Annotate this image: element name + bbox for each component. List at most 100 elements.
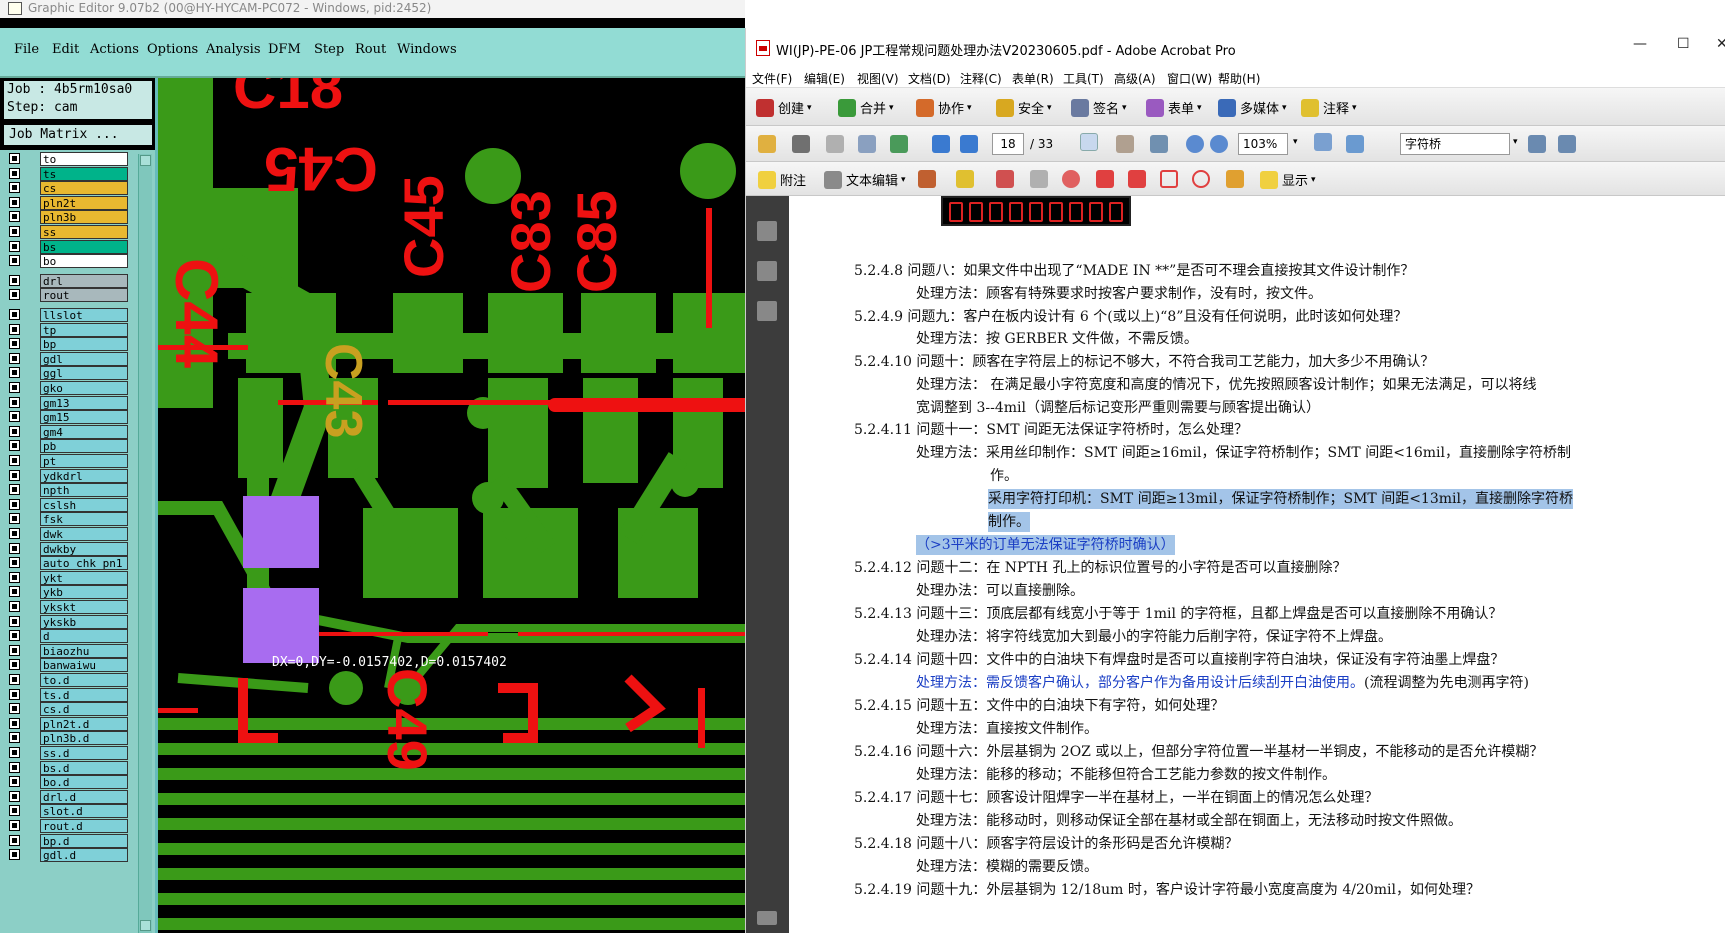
layer-row[interactable]: cs.d — [6, 702, 128, 717]
pdf-text-line[interactable]: 5.2.4.14 问题十四：文件中的白油块下有焊盘时是否可以直接削字符白油块，保… — [854, 650, 1504, 670]
layer-name[interactable]: pln2t — [40, 195, 128, 210]
layer-name[interactable]: pt — [40, 454, 128, 468]
layer-name[interactable]: ts — [40, 166, 128, 181]
layer-checkbox[interactable] — [9, 761, 20, 773]
layer-checkbox[interactable] — [9, 601, 20, 612]
layer-name[interactable]: drl.d — [40, 789, 128, 804]
layer-name[interactable]: dwk — [40, 527, 128, 541]
layer-name[interactable]: d — [40, 629, 128, 644]
layer-checkbox[interactable] — [9, 747, 20, 758]
layer-name[interactable]: to.d — [40, 673, 128, 687]
text-edit-button[interactable]: 文本编辑 ▾ — [824, 170, 906, 189]
layer-checkbox[interactable] — [9, 820, 20, 831]
layer-row[interactable]: pt — [6, 454, 128, 468]
zoom-in-icon[interactable] — [1210, 135, 1228, 153]
pcb-canvas[interactable]: C18 C45 C45 C83 C85 C44 C43 C49 — [158, 78, 745, 933]
layer-name[interactable]: bp — [40, 337, 128, 352]
layer-name[interactable]: biaozhu — [40, 643, 128, 658]
layer-row[interactable]: rout.d — [6, 819, 128, 833]
layer-checkbox[interactable] — [9, 557, 20, 569]
layer-row[interactable]: gm4 — [6, 424, 128, 439]
layer-name[interactable]: ykb — [40, 585, 128, 600]
layer-checkbox[interactable] — [9, 732, 20, 744]
menu-comment-cn[interactable]: 注释(C) — [960, 70, 1002, 87]
layer-row[interactable]: fsk — [6, 512, 128, 527]
layer-name[interactable]: bs.d — [40, 760, 128, 775]
menu-edit[interactable]: Edit — [52, 42, 79, 57]
layer-name[interactable]: llslot — [40, 308, 128, 322]
layer-name[interactable]: cslsh — [40, 497, 128, 512]
menu-tools-cn[interactable]: 工具(T) — [1063, 70, 1104, 87]
menu-edit-cn[interactable]: 编辑(E) — [804, 70, 845, 87]
close-icon[interactable]: ✕ — [1716, 36, 1725, 52]
layer-row[interactable]: bp — [6, 337, 128, 352]
selected-pad-lower[interactable] — [243, 588, 319, 663]
security-button[interactable]: 安全 ▾ — [996, 98, 1052, 117]
pdf-text-line[interactable]: 5.2.4.12 问题十二：在 NPTH 孔上的标识位置号的小字符是否可以直接删… — [854, 558, 1346, 578]
layer-checkbox[interactable] — [9, 717, 20, 729]
highlight-icon[interactable] — [956, 170, 974, 188]
pdf-text-line[interactable]: 处理方法：按 GERBER 文件做，不需反馈。 — [916, 329, 1198, 349]
layer-checkbox[interactable] — [9, 644, 20, 656]
comments-icon[interactable] — [757, 911, 777, 925]
layer-name[interactable]: bp.d — [40, 833, 128, 848]
layer-name[interactable]: gm4 — [40, 424, 128, 439]
pdf-text-line[interactable]: 5.2.4.19 问题十九：外层基铜为 12/18um 时，客户设计字符最小宽度… — [854, 880, 1480, 900]
layer-name[interactable]: cs.d — [40, 702, 128, 717]
layer-row[interactable]: ss.d — [6, 746, 128, 760]
pages-icon[interactable] — [757, 221, 777, 241]
layer-row[interactable]: pln3b.d — [6, 731, 128, 746]
layer-checkbox[interactable] — [9, 182, 20, 194]
pdf-text-line[interactable]: 处理方法：顾客有特殊要求时按客户要求制作，没有时，按文件。 — [916, 284, 1322, 304]
layer-name[interactable]: fsk — [40, 512, 128, 527]
layer-row[interactable]: ss — [6, 225, 128, 239]
layer-checkbox[interactable] — [9, 805, 20, 817]
pdf-text-line[interactable]: 5.2.4.16 问题十六：外层基铜为 2OZ 或以上，但部分字符位置一半基材一… — [854, 742, 1543, 762]
layer-name[interactable]: pln3b.d — [40, 731, 128, 746]
menu-rout[interactable]: Rout — [355, 42, 386, 57]
fit-width-icon[interactable] — [1346, 135, 1364, 153]
layer-row[interactable]: pln2t.d — [6, 716, 128, 731]
layer-row[interactable]: auto_chk_pn1 — [6, 556, 128, 571]
pdf-text-line[interactable]: 5.2.4.10 问题十：顾客在字符层上的标记不够大，不符合我司工艺能力，加大多… — [854, 352, 1434, 372]
search-dropdown-icon[interactable]: ▾ — [1513, 137, 1518, 147]
textbox-icon[interactable] — [1030, 170, 1048, 188]
pdf-text-line[interactable]: 5.2.4.18 问题十八：顾客字符层设计的条形码是否允许模糊？ — [854, 834, 1238, 854]
layer-row[interactable]: llslot — [6, 308, 128, 322]
layer-name[interactable]: pln2t.d — [40, 716, 128, 731]
layer-name[interactable]: to — [40, 152, 128, 166]
scroll-down-icon[interactable] — [140, 920, 151, 931]
menu-analysis[interactable]: Analysis — [206, 42, 261, 57]
layer-name[interactable]: pb — [40, 439, 128, 454]
layer-row[interactable]: pln3b — [6, 210, 128, 225]
layer-row[interactable]: ydkdrl — [6, 468, 128, 483]
layer-row[interactable]: dwk — [6, 527, 128, 541]
open-folder-icon[interactable] — [758, 135, 776, 153]
menu-dfm[interactable]: DFM — [268, 42, 301, 57]
pdf-text-line[interactable]: 处理方法：模糊的需要反馈。 — [916, 857, 1098, 877]
layer-checkbox[interactable] — [9, 834, 20, 846]
pdf-text-line[interactable]: 制作。 — [988, 512, 1030, 532]
show-button[interactable]: 显示 ▾ — [1260, 170, 1316, 189]
layer-name[interactable]: drl — [40, 273, 128, 288]
layer-checkbox[interactable] — [9, 440, 20, 452]
layer-name[interactable]: ykskt — [40, 600, 128, 614]
minimize-icon[interactable]: — — [1633, 36, 1647, 52]
layer-row[interactable]: ykt — [6, 570, 128, 585]
layer-checkbox[interactable] — [9, 382, 20, 393]
layer-name[interactable]: gdl — [40, 351, 128, 366]
pdf-text-line[interactable]: 处理方法：能移的移动；不能移但符合工艺能力参数的按文件制作。 — [916, 765, 1336, 785]
layer-row[interactable]: gm15 — [6, 410, 128, 425]
next-page-icon[interactable] — [960, 135, 978, 153]
menu-windows[interactable]: Windows — [397, 42, 457, 57]
layer-row[interactable]: cs — [6, 181, 128, 196]
layer-name[interactable]: npth — [40, 483, 128, 498]
job-matrix-button[interactable]: Job Matrix ... — [3, 124, 153, 146]
layer-row[interactable]: ykskb — [6, 614, 128, 629]
zoom-out-icon[interactable] — [1186, 135, 1204, 153]
layer-checkbox[interactable] — [9, 688, 20, 700]
layer-name[interactable]: ydkdrl — [40, 468, 128, 483]
layer-row[interactable]: gko — [6, 381, 128, 395]
select-text-icon[interactable] — [1080, 133, 1098, 151]
zoom-dropdown-icon[interactable]: ▾ — [1293, 137, 1298, 147]
